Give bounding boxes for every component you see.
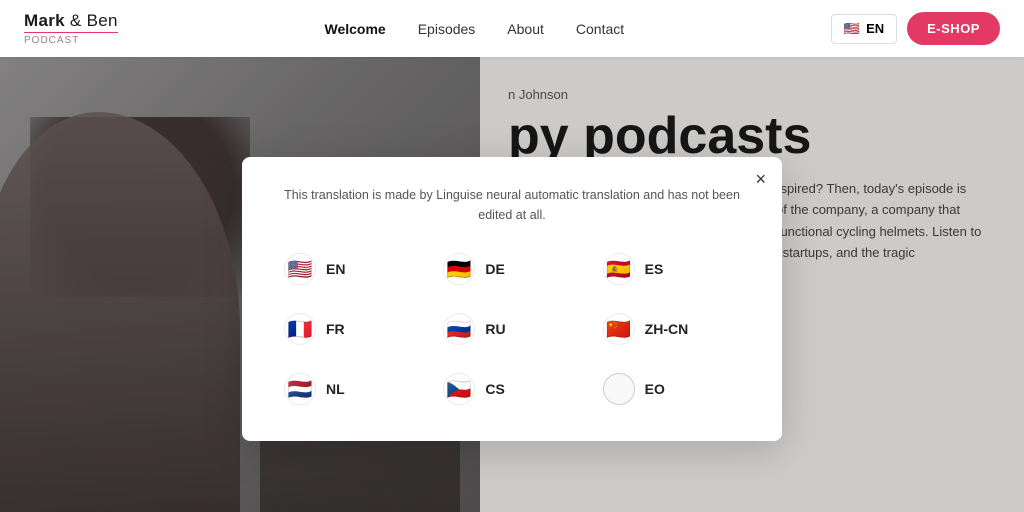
lang-code-en: EN — [326, 261, 345, 277]
lang-code-zhcn: ZH-CN — [645, 321, 689, 337]
lang-code: EN — [866, 21, 884, 36]
flag-zhcn: 🇨🇳 — [603, 313, 635, 345]
flag-cs: 🇨🇿 — [443, 373, 475, 405]
lang-code-de: DE — [485, 261, 504, 277]
main-nav: Welcome Episodes About Contact — [324, 21, 624, 37]
flag-de: 🇩🇪 — [443, 253, 475, 285]
nav-welcome[interactable]: Welcome — [324, 21, 385, 37]
lang-item-zhcn[interactable]: 🇨🇳 ZH-CN — [597, 309, 746, 349]
lang-item-nl[interactable]: 🇳🇱 NL — [278, 369, 427, 409]
lang-item-fr[interactable]: 🇫🇷 FR — [278, 309, 427, 349]
flag-es: 🇪🇸 — [603, 253, 635, 285]
lang-item-es[interactable]: 🇪🇸 ES — [597, 249, 746, 289]
lang-code-nl: NL — [326, 381, 345, 397]
nav-about[interactable]: About — [507, 21, 544, 37]
language-modal: × This translation is made by Linguise n… — [242, 157, 782, 441]
logo-title: Mark & Ben — [24, 11, 118, 31]
lang-item-cs[interactable]: 🇨🇿 CS — [437, 369, 586, 409]
modal-overlay[interactable]: × This translation is made by Linguise n… — [0, 57, 1024, 512]
eshop-button[interactable]: E-SHOP — [907, 12, 1000, 45]
logo-subtitle: Podcast — [24, 32, 118, 46]
lang-code-ru: RU — [485, 321, 505, 337]
lang-item-en[interactable]: 🇺🇸 EN — [278, 249, 427, 289]
flag-eo — [603, 373, 635, 405]
header: Mark & Ben Podcast Welcome Episodes Abou… — [0, 0, 1024, 57]
lang-code-cs: CS — [485, 381, 504, 397]
lang-item-ru[interactable]: 🇷🇺 RU — [437, 309, 586, 349]
flag-ru: 🇷🇺 — [443, 313, 475, 345]
lang-code-fr: FR — [326, 321, 345, 337]
header-actions: 🇺🇸 EN E-SHOP — [831, 12, 1000, 45]
lang-code-eo: EO — [645, 381, 665, 397]
lang-item-de[interactable]: 🇩🇪 DE — [437, 249, 586, 289]
flag-nl: 🇳🇱 — [284, 373, 316, 405]
flag-fr: 🇫🇷 — [284, 313, 316, 345]
lang-item-eo[interactable]: EO — [597, 369, 746, 409]
lang-code-es: ES — [645, 261, 664, 277]
language-selector[interactable]: 🇺🇸 EN — [831, 14, 897, 44]
modal-close-button[interactable]: × — [755, 169, 766, 190]
logo: Mark & Ben Podcast — [24, 11, 118, 46]
flag-icon: 🇺🇸 — [844, 21, 860, 37]
language-grid: 🇺🇸 EN 🇩🇪 DE 🇪🇸 ES 🇫🇷 FR 🇷🇺 RU — [278, 249, 746, 409]
modal-description: This translation is made by Linguise neu… — [278, 185, 746, 225]
nav-episodes[interactable]: Episodes — [418, 21, 476, 37]
nav-contact[interactable]: Contact — [576, 21, 624, 37]
flag-en: 🇺🇸 — [284, 253, 316, 285]
